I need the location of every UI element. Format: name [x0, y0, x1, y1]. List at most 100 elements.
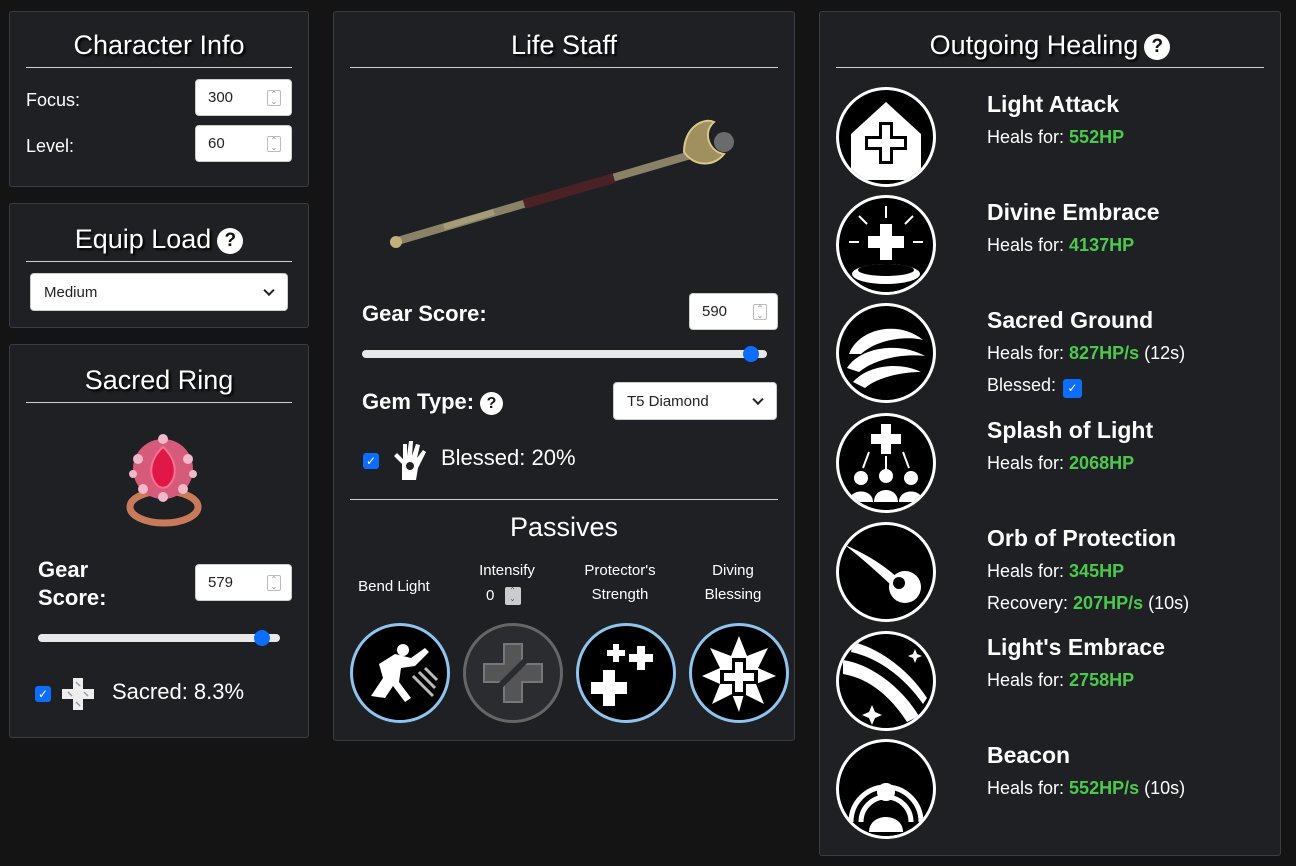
ability-orb-of-protection: [836, 522, 936, 622]
sacred-cross-icon: [62, 678, 94, 710]
equip-load-title: Equip Load?: [26, 224, 292, 262]
blessed-hand-icon: [394, 441, 426, 480]
chevron-down-icon: [263, 284, 275, 297]
ability-name: Light Attack: [987, 91, 1120, 117]
ring-gear-score-label-2: Score:: [38, 585, 107, 610]
gem-type-label-text: Gem Type:: [362, 389, 475, 414]
heals-for-label: Heals for:: [987, 670, 1065, 690]
heal-value: 2068HP: [1069, 453, 1135, 473]
gem-type-help-icon[interactable]: ?: [480, 391, 504, 415]
ability-name: Sacred Ground: [987, 307, 1154, 333]
ability-name: Orb of Protection: [987, 525, 1177, 551]
heal-duration: (12s): [1144, 343, 1186, 363]
passive-label-protectors-strength: Protector's Strength: [570, 559, 670, 607]
lights-embrace-icon: [843, 642, 927, 725]
equip-load-selected: Medium: [44, 284, 98, 301]
sacred-perk-checkbox[interactable]: ✓: [35, 686, 51, 702]
intensify-spinner[interactable]: ⌃ ⌄: [504, 587, 521, 606]
chevron-down-icon: [752, 393, 764, 406]
character-info-title: Character Info: [26, 30, 292, 68]
ring-gear-score-input[interactable]: 579 ⌃ ⌄: [195, 564, 292, 601]
ring-gear-score-spinner[interactable]: ⌃ ⌄: [267, 575, 281, 591]
passive-protectors-strength[interactable]: [576, 623, 676, 723]
gem-type-label: Gem Type:?: [362, 389, 504, 415]
focus-label: Focus:: [26, 90, 81, 110]
passive-label-diving-blessing: Diving Blessing: [683, 559, 783, 607]
sacred-perk-label: Sacred: 8.3%: [112, 679, 245, 704]
recovery-value: 207HP/s: [1073, 593, 1144, 613]
outgoing-healing-title-text: Outgoing Healing: [929, 30, 1139, 60]
staff-slider-thumb[interactable]: [743, 346, 759, 362]
ability-heal-line: Heals for: 4137HP: [987, 235, 1134, 256]
gem-type-select[interactable]: T5 Diamond: [613, 382, 777, 420]
equip-load-title-text: Equip Load: [74, 224, 212, 254]
focus-spinner[interactable]: ⌃ ⌄: [267, 90, 281, 106]
gem-type-selected: T5 Diamond: [627, 393, 709, 410]
level-input[interactable]: 60 ⌃ ⌄: [195, 125, 292, 162]
passive-bend-light[interactable]: [350, 623, 450, 723]
level-spinner[interactable]: ⌃ ⌄: [267, 136, 281, 152]
passive-label-diving-line2: Blessing: [704, 586, 762, 603]
ring-slider-thumb[interactable]: [254, 630, 270, 646]
protectors-strength-icon: [591, 644, 653, 706]
passive-label-protectors-line1: Protector's: [584, 562, 656, 579]
ability-name: Splash of Light: [987, 417, 1154, 443]
heals-for-label: Heals for:: [987, 778, 1065, 798]
ring-gear-score-slider[interactable]: [38, 630, 280, 646]
divine-embrace-icon: [849, 206, 923, 284]
light-attack-icon: [851, 102, 921, 180]
blessed-label: Blessed:: [987, 375, 1057, 395]
equip-load-help-icon[interactable]: ?: [217, 227, 244, 254]
ability-heal-line: Heals for: 552HP: [987, 127, 1124, 148]
heals-for-label: Heals for:: [987, 343, 1065, 363]
life-staff-title: Life Staff: [350, 30, 778, 68]
equip-load-select[interactable]: Medium: [30, 273, 288, 311]
staff-gear-score-input[interactable]: 590 ⌃ ⌄: [689, 293, 778, 330]
heal-value: 552HP/s: [1069, 778, 1140, 798]
passive-label-protectors-line2: Strength: [591, 586, 649, 603]
intensify-value: 0: [486, 587, 495, 604]
ability-heal-line: Heals for: 552HP/s (10s): [987, 778, 1185, 799]
level-value: 60: [208, 135, 225, 152]
passives-title: Passives: [509, 512, 619, 542]
orb-of-protection-icon: [845, 545, 921, 603]
staff-gear-score-spinner[interactable]: ⌃ ⌄: [753, 304, 767, 320]
ability-splash-of-light: [836, 413, 936, 513]
sacred-ring-panel: Sacred Ring Gear Score: 579 ⌃ ⌄ ✓ Sacred:…: [9, 344, 309, 738]
outgoing-healing-help-icon[interactable]: ?: [1144, 33, 1171, 60]
outgoing-healing-panel: Outgoing Healing? Light Attack Heals for…: [819, 11, 1281, 856]
sacred-ground-blessed-line: Blessed:: [987, 375, 1056, 396]
heals-for-label: Heals for:: [987, 235, 1065, 255]
focus-input[interactable]: 300 ⌃ ⌄: [195, 79, 292, 116]
passives-divider: [350, 499, 778, 500]
sacred-ground-icon: [847, 328, 925, 388]
passive-diving-blessing[interactable]: [689, 623, 789, 723]
recovery-line: Recovery: 207HP/s (10s): [987, 593, 1189, 614]
staff-image: [390, 119, 734, 248]
ability-beacon: [836, 739, 936, 839]
blessed-perk-checkbox[interactable]: ✓: [363, 453, 379, 469]
heal-value: 827HP/s: [1069, 343, 1140, 363]
ability-name: Beacon: [987, 742, 1071, 768]
staff-gear-score-slider[interactable]: [362, 346, 767, 362]
heal-value: 4137HP: [1069, 235, 1135, 255]
passive-intensify[interactable]: [463, 623, 563, 723]
heals-for-label: Heals for:: [987, 127, 1065, 147]
ability-light-attack: [836, 87, 936, 187]
passive-label-diving-line1: Diving: [712, 562, 754, 579]
ring-gear-score-value: 579: [208, 574, 234, 591]
character-info-panel: Character Info Focus: 300 ⌃ ⌄ Level: 60 ⌃…: [9, 11, 309, 187]
ability-divine-embrace: [836, 195, 936, 295]
ability-heal-line: Heals for: 2758HP: [987, 670, 1134, 691]
ability-name: Light's Embrace: [987, 634, 1166, 660]
ability-lights-embrace: [836, 631, 936, 731]
ring-image: [126, 434, 202, 527]
ability-heal-line: Heals for: 827HP/s (12s): [987, 343, 1185, 364]
sacred-ground-blessed-checkbox[interactable]: ✓: [1063, 379, 1082, 398]
beacon-icon: [848, 783, 924, 832]
intensify-icon: [483, 643, 543, 703]
heals-for-label: Heals for:: [987, 453, 1065, 473]
intensify-stepper[interactable]: 0 ⌃ ⌄: [486, 587, 521, 606]
staff-gear-score-value: 590: [702, 303, 728, 320]
heal-value: 345HP: [1069, 561, 1125, 581]
